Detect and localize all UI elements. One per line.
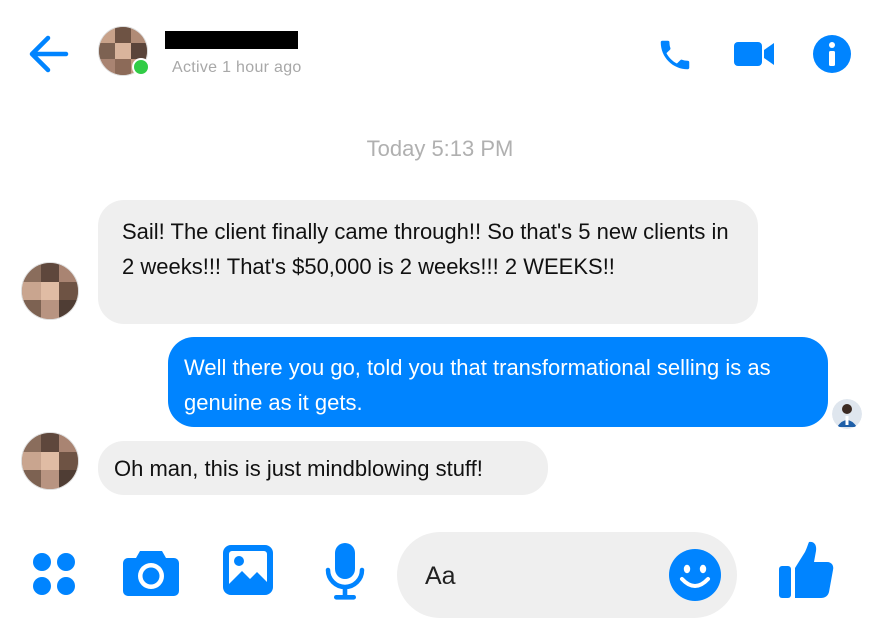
microphone-icon[interactable]	[324, 542, 366, 602]
info-icon[interactable]	[812, 34, 852, 74]
online-indicator	[132, 58, 150, 76]
seen-receipt-avatar	[832, 399, 862, 429]
contact-name-redacted	[165, 31, 298, 49]
contact-avatar[interactable]	[98, 26, 150, 76]
camera-icon[interactable]	[122, 547, 180, 597]
outgoing-message[interactable]: Well there you go, told you that transfo…	[168, 337, 828, 427]
emoji-icon[interactable]	[668, 548, 722, 602]
video-camera-icon[interactable]	[732, 38, 776, 70]
image-icon[interactable]	[222, 544, 274, 596]
incoming-message[interactable]: Oh man, this is just mindblowing stuff!	[98, 441, 548, 495]
sender-avatar	[21, 262, 79, 320]
more-dots-icon[interactable]	[31, 551, 77, 597]
phone-icon[interactable]	[656, 36, 694, 74]
message-input[interactable]: Aa	[397, 532, 737, 618]
thumbs-up-icon[interactable]	[777, 540, 835, 600]
active-status: Active 1 hour ago	[172, 59, 302, 76]
sender-avatar	[21, 432, 79, 490]
message-input-placeholder: Aa	[425, 562, 456, 590]
back-arrow-icon[interactable]	[26, 34, 70, 74]
incoming-message[interactable]: Sail! The client finally came through!! …	[98, 200, 758, 324]
conversation-timestamp: Today 5:13 PM	[366, 136, 514, 161]
